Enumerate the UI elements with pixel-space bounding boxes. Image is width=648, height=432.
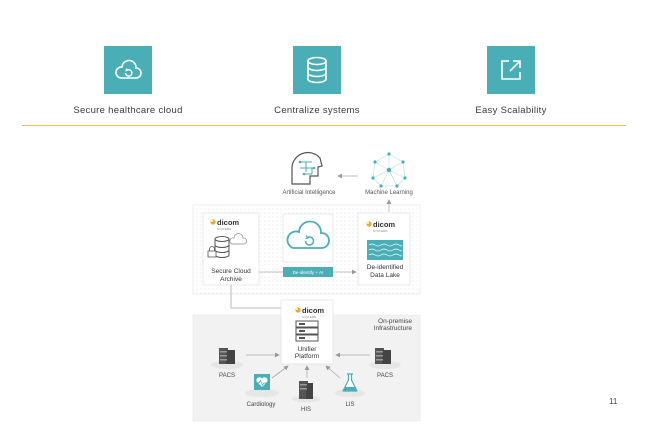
node-label: Cardiology bbox=[247, 402, 276, 408]
server-icon bbox=[219, 348, 235, 364]
node-label: LIS bbox=[345, 402, 354, 408]
unifier-platform-card: dicom SYSTEMS Unifier Platform bbox=[280, 299, 334, 365]
node-label: HIS bbox=[301, 407, 311, 413]
page-number: 11 bbox=[609, 397, 618, 406]
server-tower-icon bbox=[299, 381, 313, 399]
onprem-label-2: Infrastructure bbox=[374, 325, 413, 332]
archive-label-2: Archive bbox=[220, 276, 242, 283]
architecture-diagram: Artificial Intelligence Machine Learning… bbox=[192, 151, 421, 422]
secure-archive-card: dicom SYSTEMS Secure Cloud Archive bbox=[202, 212, 260, 286]
ai-head-icon bbox=[291, 151, 323, 185]
node-label: PACS bbox=[377, 373, 393, 379]
node-label: PACS bbox=[219, 373, 235, 379]
server-icon bbox=[375, 348, 391, 364]
platform-label-1: Unifier bbox=[298, 346, 318, 353]
onprem-label-1: On-premise bbox=[378, 318, 412, 325]
central-cloud-tile bbox=[282, 213, 334, 263]
svg-text:dicom: dicom bbox=[217, 218, 239, 227]
data-lake-card: dicom SYSTEMS De-identified Data Lake bbox=[357, 212, 411, 286]
heart-monitor-icon bbox=[254, 374, 270, 390]
ml-network-icon bbox=[371, 152, 407, 188]
svg-text:SYSTEMS: SYSTEMS bbox=[217, 227, 231, 231]
platform-label-2: Platform bbox=[295, 353, 319, 360]
svg-text:SYSTEMS: SYSTEMS bbox=[373, 229, 387, 233]
svg-text:SYSTEMS: SYSTEMS bbox=[302, 315, 316, 319]
archive-label-1: Secure Cloud bbox=[211, 268, 251, 275]
lake-label-1: De-identified bbox=[367, 264, 404, 271]
ai-label: Artificial Intelligence bbox=[282, 190, 336, 196]
data-lake-waves-icon bbox=[367, 240, 403, 260]
svg-text:dicom: dicom bbox=[302, 306, 324, 315]
connector-label: De-identify + AI bbox=[293, 270, 324, 275]
svg-text:dicom: dicom bbox=[373, 220, 395, 229]
ml-label: Machine Learning bbox=[365, 190, 413, 196]
lake-label-2: Data Lake bbox=[370, 272, 400, 279]
